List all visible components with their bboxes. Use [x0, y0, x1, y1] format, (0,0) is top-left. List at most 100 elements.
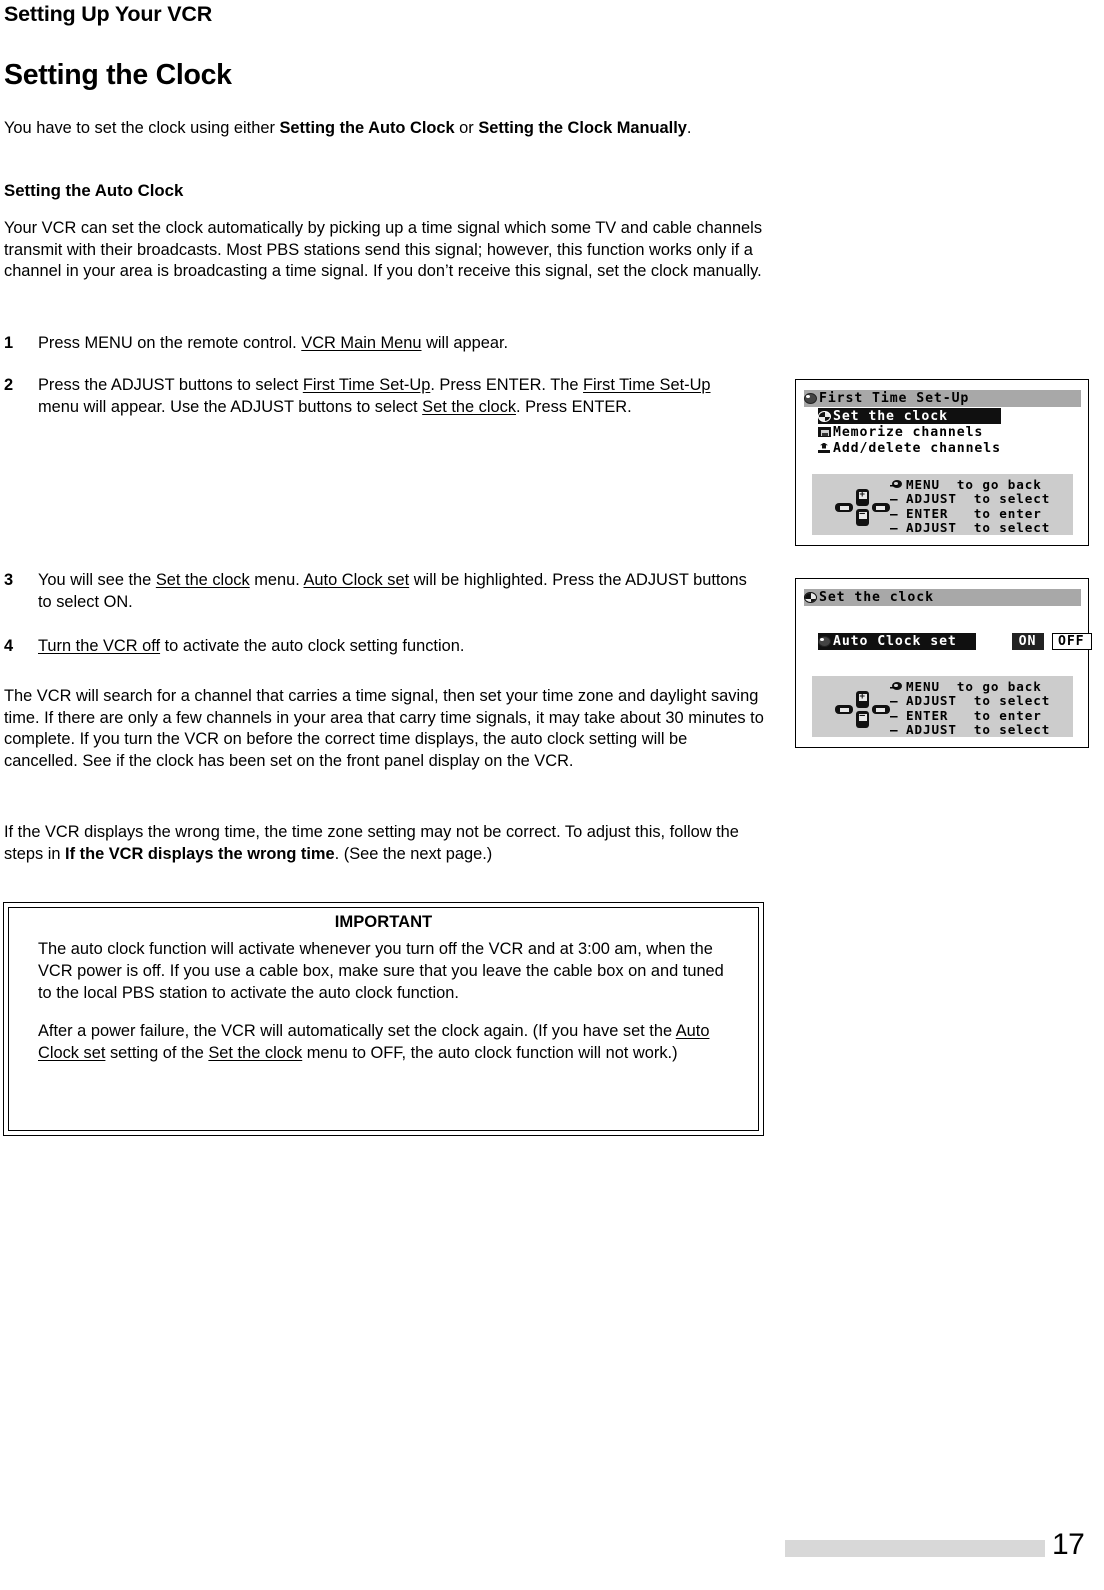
- osd-menu-item-set-the-clock[interactable]: Set the clock: [818, 408, 1001, 424]
- dash-glyph: —: [890, 476, 898, 492]
- osd-menu-item-label: Set the clock: [833, 408, 948, 424]
- text-run: Auto Clock set: [303, 571, 410, 589]
- important-paragraph-1: The auto clock function will activate wh…: [38, 940, 724, 1002]
- intro-lead-3: .: [686, 119, 692, 137]
- clock-icon: [818, 410, 831, 422]
- osd-help-line: — ENTER to enter: [890, 506, 1050, 521]
- value-off[interactable]: OFF: [1052, 633, 1092, 650]
- text-run: VCR Main Menu: [301, 334, 422, 352]
- osd-help-line: — ADJUST to select: [890, 693, 1051, 709]
- osd-help-legend: — MENU to go back — ADJUST to select — E…: [812, 474, 1073, 535]
- osd-help-text: ADJUST to select: [906, 491, 1051, 507]
- osd-help-line: — ADJUST to select: [890, 722, 1051, 738]
- important-body: The auto clock function will activate wh…: [38, 939, 741, 1065]
- disc-icon: [818, 636, 831, 647]
- dash-glyph: —: [890, 707, 898, 723]
- osd-help-text: ENTER to enter: [906, 505, 1042, 521]
- osd-title-bar: Set the clock: [804, 589, 1081, 606]
- search-info-paragraph: The VCR will search for a channel that c…: [4, 687, 764, 770]
- osd-screenshot-first-time-setup: First Time Set-Up Set the clock Memorize…: [795, 379, 1089, 546]
- step-number: 2: [4, 376, 14, 394]
- osd-help-text: MENU to go back: [906, 476, 1042, 492]
- important-paragraph-2: After a power failure, the VCR will auto…: [38, 1021, 741, 1065]
- text-run: Set the clock: [208, 1044, 303, 1063]
- clock-icon: [804, 592, 817, 603]
- intro-lead-1: You have to set the clock using either: [4, 119, 280, 137]
- text-run: menu will appear. Use the ADJUST buttons…: [38, 397, 423, 416]
- dash-glyph: —: [890, 693, 898, 709]
- text-run: You will see the: [38, 571, 156, 589]
- adjust-down-button-icon: [856, 711, 869, 728]
- intro-bold-1: Setting the Auto Clock: [279, 119, 455, 137]
- auto-clock-intro-paragraph: Your VCR can set the clock automatically…: [4, 219, 763, 281]
- dash-glyph: —: [890, 722, 898, 738]
- dash-glyph: —: [890, 678, 898, 694]
- osd-help-line: — ADJUST to select: [890, 520, 1050, 536]
- page-title: Setting the Clock: [4, 59, 232, 91]
- manual-page: Setting Up Your VCR Setting the Clock Yo…: [0, 0, 1104, 1590]
- osd-help-line: — MENU to go back: [890, 679, 1050, 694]
- tv-icon: [818, 427, 831, 437]
- footer-bar: [785, 1540, 1045, 1557]
- osd-option-auto-clock-set[interactable]: Auto Clock set ON OFF: [818, 633, 1092, 650]
- text-run: Set the clock: [422, 397, 517, 416]
- text-run: Set the clock: [155, 571, 250, 589]
- step-1: 1 Press MENU on the remote control. VCR …: [4, 333, 764, 355]
- osd-option-name: Auto Clock set: [818, 633, 976, 650]
- text-run: After a power failure, the VCR will auto…: [38, 1022, 676, 1041]
- text-run: First Time Set-Up: [583, 376, 711, 394]
- left-button-icon: [835, 705, 853, 714]
- osd-help-text: ADJUST to select: [906, 693, 1051, 709]
- text-run: . Press ENTER.: [516, 397, 632, 416]
- step-4: 4 Turn the VCR off to activate the auto …: [4, 636, 764, 658]
- adjust-up-button-icon: [856, 691, 869, 708]
- osd-help-line: — ENTER to enter: [890, 708, 1050, 723]
- value-on[interactable]: ON: [1012, 633, 1044, 650]
- osd-help-text: MENU to go back: [906, 678, 1042, 694]
- osd-help-lines: — MENU to go back — ADJUST to select — E…: [890, 476, 1051, 536]
- dash-glyph: —: [890, 491, 898, 507]
- osd-title-text: First Time Set-Up: [819, 391, 970, 406]
- osd-menu-item-label: Memorize channels: [833, 424, 984, 440]
- osd-help-text: ADJUST to select: [906, 722, 1051, 738]
- osd-screenshot-set-the-clock: Set the clock Auto Clock set ON OFF + – …: [795, 578, 1092, 748]
- osd-option-values: ON OFF: [1012, 633, 1092, 650]
- dash-glyph: —: [890, 505, 898, 521]
- step-text: Turn the VCR off to activate the auto cl…: [38, 636, 764, 658]
- osd-option-label: Auto Clock set: [833, 634, 957, 649]
- enter-button-icon: [872, 503, 890, 512]
- osd-menu-item-add-delete-channels[interactable]: Add/delete channels: [818, 440, 1001, 456]
- intro-lead-2: or: [454, 119, 479, 137]
- adjust-down-button-icon: [856, 509, 869, 526]
- step-number: 4: [4, 637, 14, 655]
- osd-help-legend: — MENU to go back — ADJUST to select — E…: [812, 676, 1073, 737]
- dash-glyph: —: [890, 520, 898, 536]
- osd-menu-list: Set the clock Memorize channels Add/dele…: [818, 408, 1001, 456]
- wrong-time-bold: If the VCR displays the wrong time: [65, 844, 335, 863]
- osd-menu-item-memorize-channels[interactable]: Memorize channels: [818, 424, 1001, 440]
- text-run: will appear.: [421, 334, 509, 352]
- intro-paragraph: You have to set the clock using either S…: [4, 118, 764, 140]
- remote-button-cluster-icon: [835, 476, 902, 532]
- intro-bold-2: Setting the Clock Manually: [478, 119, 687, 137]
- enter-button-icon: [872, 705, 890, 714]
- text-run: Press the ADJUST buttons to select: [38, 376, 303, 394]
- step-text: Press the ADJUST buttons to select First…: [38, 375, 726, 418]
- remote-button-cluster-icon: [835, 678, 902, 734]
- osd-title-text: Set the clock: [819, 590, 934, 605]
- step-number: 1: [4, 334, 14, 352]
- text-run: setting of the: [105, 1044, 209, 1063]
- left-button-icon: [835, 503, 853, 512]
- step-number: 3: [4, 571, 14, 589]
- text-run: menu to OFF, the auto clock function wil…: [302, 1044, 678, 1063]
- disc-icon: [804, 393, 817, 404]
- step-text: Press MENU on the remote control. VCR Ma…: [38, 333, 764, 355]
- text-run: Turn the VCR off: [38, 637, 161, 655]
- osd-help-line: — ADJUST to select: [890, 491, 1051, 507]
- osd-menu-item-label: Add/delete channels: [833, 440, 1001, 456]
- wrong-time-text-b: . (See the next page.): [334, 844, 493, 863]
- osd-title-bar: First Time Set-Up: [804, 390, 1081, 407]
- adjust-up-button-icon: [856, 489, 869, 506]
- important-callout-box: IMPORTANT The auto clock function will a…: [3, 902, 764, 1136]
- text-run: menu.: [249, 571, 304, 589]
